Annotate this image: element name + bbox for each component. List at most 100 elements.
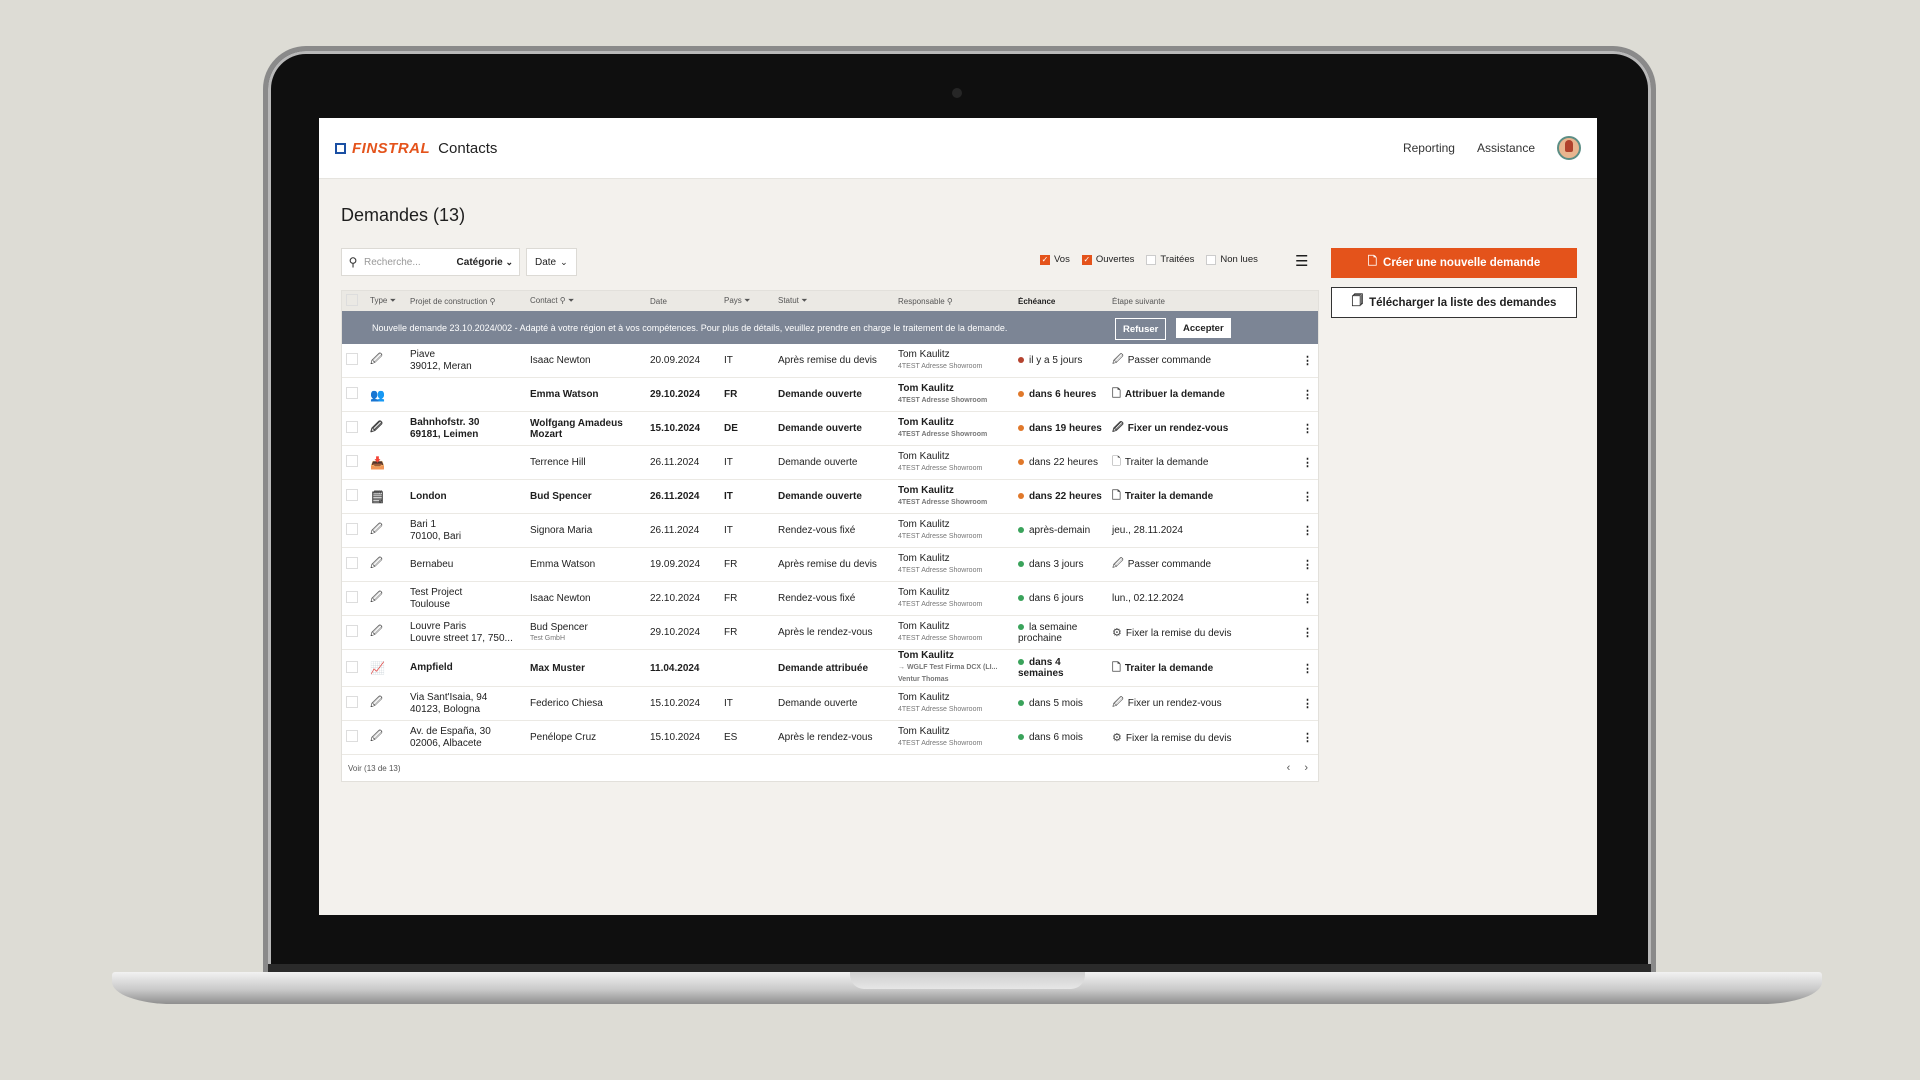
select-all-checkbox[interactable] <box>342 294 366 308</box>
next-step-cell[interactable]: jeu., 28.11.2024 <box>1108 525 1298 536</box>
next-step-cell[interactable]: 🗋 Traiter la demande <box>1108 487 1298 506</box>
checkbox[interactable] <box>1206 254 1217 265</box>
filter-non-lues[interactable]: Non lues <box>1206 254 1258 265</box>
date-cell: 26.11.2024 <box>650 457 700 468</box>
next-step-cell[interactable]: lun., 02.12.2024 <box>1108 593 1298 604</box>
table-row[interactable]: 🗒 London Bud Spencer 26.11.2024 IT Demande ou… <box>342 480 1318 514</box>
more-options-icon[interactable]: ⋮ <box>1298 697 1318 710</box>
table-row[interactable]: 🖉 Bari 1 70100, Bari Signora Maria 26.11.202… <box>342 514 1318 548</box>
refuse-button[interactable]: Refuser <box>1115 318 1167 340</box>
next-step-cell[interactable]: 🖉 Passer commande <box>1108 555 1298 574</box>
more-options-icon[interactable]: ⋮ <box>1298 662 1318 675</box>
table-header: Type ⏷ Projet de construction ⚲ Contact … <box>342 291 1318 311</box>
next-step-cell[interactable]: 🗋 Attribuer la demande <box>1108 385 1298 404</box>
date-cell: 22.10.2024 <box>650 593 701 604</box>
col-date[interactable]: Date <box>646 297 720 306</box>
type-cell: 🖉 <box>366 554 406 575</box>
table-row[interactable]: 🖉 Bahnhofstr. 30 69181, Leimen Wolfgang Ama… <box>342 412 1318 446</box>
table-row[interactable]: 🖉 Test Project Toulouse Isaac Newton 22.10.2… <box>342 582 1318 616</box>
row-checkbox[interactable] <box>342 557 366 572</box>
more-options-icon[interactable]: ⋮ <box>1298 388 1318 401</box>
document-pen-icon: 🖉 <box>1112 354 1124 366</box>
col-next-step[interactable]: Étape suivante <box>1108 297 1298 306</box>
table-row[interactable]: 📥 Terrence Hill 26.11.2024 IT Demande ouvert… <box>342 446 1318 480</box>
columns-menu-icon[interactable]: ☰ <box>1295 252 1308 270</box>
project-cell: Bahnhofstr. 30 69181, Leimen <box>410 416 480 440</box>
col-project[interactable]: Projet de construction ⚲ <box>406 297 526 306</box>
date-cell: 26.11.2024 <box>650 491 700 502</box>
next-step-cell[interactable]: ⚙ Fixer la remise du devis <box>1108 731 1298 744</box>
next-step-cell[interactable]: 🖉 Fixer un rendez-vous <box>1108 694 1298 713</box>
row-checkbox[interactable] <box>342 730 366 745</box>
more-options-icon[interactable]: ⋮ <box>1298 592 1318 605</box>
col-type[interactable]: Type ⏷ <box>366 296 406 306</box>
next-step-cell[interactable]: ⚙ Fixer la remise du devis <box>1108 626 1298 639</box>
search-input[interactable]: ⚲ Recherche... Catégorie ⌄ <box>341 248 520 276</box>
col-country[interactable]: Pays ⏷ <box>720 296 774 306</box>
next-step-cell[interactable]: 🗋 Traiter la demande <box>1108 453 1298 472</box>
col-responsible[interactable]: Responsable ⚲ <box>894 297 1014 306</box>
row-checkbox[interactable] <box>342 489 366 504</box>
next-step-cell[interactable]: 🗋 Traiter la demande <box>1108 659 1298 678</box>
nav-reporting[interactable]: Reporting <box>1403 141 1455 155</box>
table-row[interactable]: 👥 Emma Watson 29.10.2024 FR Demande ouverte T… <box>342 378 1318 412</box>
project-cell: London <box>410 490 447 502</box>
table-row[interactable]: 🖉 Piave 39012, Meran Isaac Newton 20.09.2024… <box>342 344 1318 378</box>
download-list-button[interactable]: 🗍 Télécharger la liste des demandes <box>1331 287 1577 318</box>
accept-button[interactable]: Accepter <box>1176 318 1231 338</box>
table-row[interactable]: 📈 Ampfield Max Muster 11.04.2024 Demande att… <box>342 650 1318 687</box>
date-dropdown[interactable]: Date ⌄ <box>526 248 577 276</box>
category-dropdown[interactable]: Catégorie ⌄ <box>457 257 519 268</box>
checkbox[interactable] <box>1146 254 1157 265</box>
row-checkbox[interactable] <box>342 625 366 640</box>
status-dot <box>1018 527 1024 534</box>
due-cell: dans 22 heures <box>1014 491 1108 502</box>
filter-traitées[interactable]: Traitées <box>1146 254 1194 265</box>
more-options-icon[interactable]: ⋮ <box>1298 422 1318 435</box>
next-step-cell[interactable]: 🖉 Passer commande <box>1108 351 1298 370</box>
nav-assistance[interactable]: Assistance <box>1477 141 1535 155</box>
filter-vos[interactable]: ✓ Vos <box>1040 254 1070 265</box>
prev-page-icon[interactable]: ‹ <box>1287 762 1291 774</box>
row-checkbox[interactable] <box>342 696 366 711</box>
logo[interactable]: FINSTRAL Contacts <box>335 140 497 157</box>
contact-cell: Terrence Hill <box>530 457 586 468</box>
table-row[interactable]: 🖉 Av. de España, 30 02006, Albacete Penélop… <box>342 721 1318 755</box>
col-contact[interactable]: Contact ⚲ ⏷ <box>526 296 646 306</box>
document-icon: 🗋 <box>1112 661 1121 674</box>
row-checkbox[interactable] <box>342 660 366 676</box>
more-options-icon[interactable]: ⋮ <box>1298 731 1318 744</box>
due-cell: dans 5 mois <box>1014 698 1108 709</box>
more-options-icon[interactable]: ⋮ <box>1298 626 1318 639</box>
more-options-icon[interactable]: ⋮ <box>1298 354 1318 367</box>
col-due[interactable]: Échéance <box>1014 297 1108 306</box>
table-row[interactable]: 🖉 Bernabeu Emma Watson 19.09.2024 FR Après re… <box>342 548 1318 582</box>
people-icon: 👥 <box>370 387 385 402</box>
table-row[interactable]: 🖉 Via Sant'Isaia, 94 40123, Bologna Federic… <box>342 687 1318 721</box>
row-checkbox[interactable] <box>342 387 366 402</box>
type-cell: 🖉 <box>366 520 406 541</box>
row-checkbox[interactable] <box>342 523 366 538</box>
page-title: Demandes (13) <box>341 205 466 225</box>
row-checkbox[interactable] <box>342 353 366 368</box>
row-checkbox[interactable] <box>342 455 366 470</box>
next-step-cell[interactable]: 🖉 Fixer un rendez-vous <box>1108 419 1298 438</box>
new-request-notice: Nouvelle demande 23.10.2024/002 - Adapté… <box>342 311 1318 344</box>
avatar[interactable] <box>1557 136 1581 160</box>
checkbox[interactable]: ✓ <box>1081 254 1092 265</box>
next-page-icon[interactable]: › <box>1304 762 1308 774</box>
responsible-cell: Tom Kaulitz 4TEST Adresse Showroom <box>898 586 983 608</box>
row-checkbox[interactable] <box>342 421 366 436</box>
more-options-icon[interactable]: ⋮ <box>1298 456 1318 469</box>
due-cell: la semaine prochaine <box>1018 621 1078 644</box>
more-options-icon[interactable]: ⋮ <box>1298 524 1318 537</box>
filter-ouvertes[interactable]: ✓ Ouvertes <box>1081 254 1134 265</box>
checkbox[interactable]: ✓ <box>1040 254 1050 265</box>
date-cell: 11.04.2024 <box>650 662 700 674</box>
col-status[interactable]: Statut ⏷ <box>774 296 894 306</box>
table-row[interactable]: 🖉 Louvre Paris Louvre street 17, 750... Bud… <box>342 616 1318 650</box>
more-options-icon[interactable]: ⋮ <box>1298 558 1318 571</box>
more-options-icon[interactable]: ⋮ <box>1298 490 1318 503</box>
row-checkbox[interactable] <box>342 591 366 606</box>
create-request-button[interactable]: 🗋 Créer une nouvelle demande <box>1331 248 1577 278</box>
